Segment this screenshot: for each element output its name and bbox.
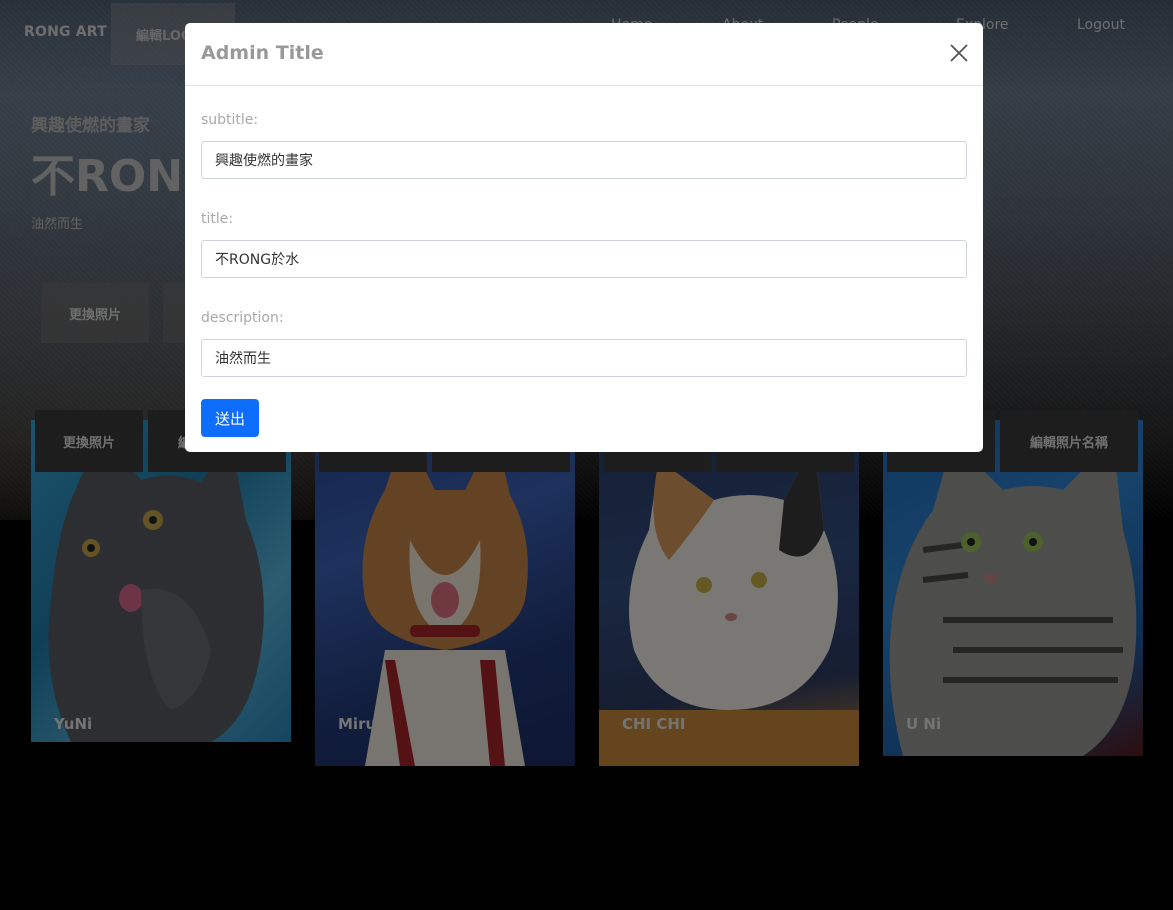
close-icon [950, 44, 968, 62]
modal-title: Admin Title [201, 42, 324, 64]
description-input[interactable] [201, 339, 967, 377]
modal-header: Admin Title [185, 23, 983, 86]
subtitle-input[interactable] [201, 141, 967, 179]
description-label: description: [201, 310, 284, 326]
submit-button[interactable]: 送出 [201, 399, 259, 437]
title-input[interactable] [201, 240, 967, 278]
title-label: title: [201, 211, 234, 227]
admin-modal: Admin Title subtitle: title: description… [185, 23, 983, 452]
close-button[interactable] [949, 43, 969, 63]
subtitle-label: subtitle: [201, 112, 259, 128]
